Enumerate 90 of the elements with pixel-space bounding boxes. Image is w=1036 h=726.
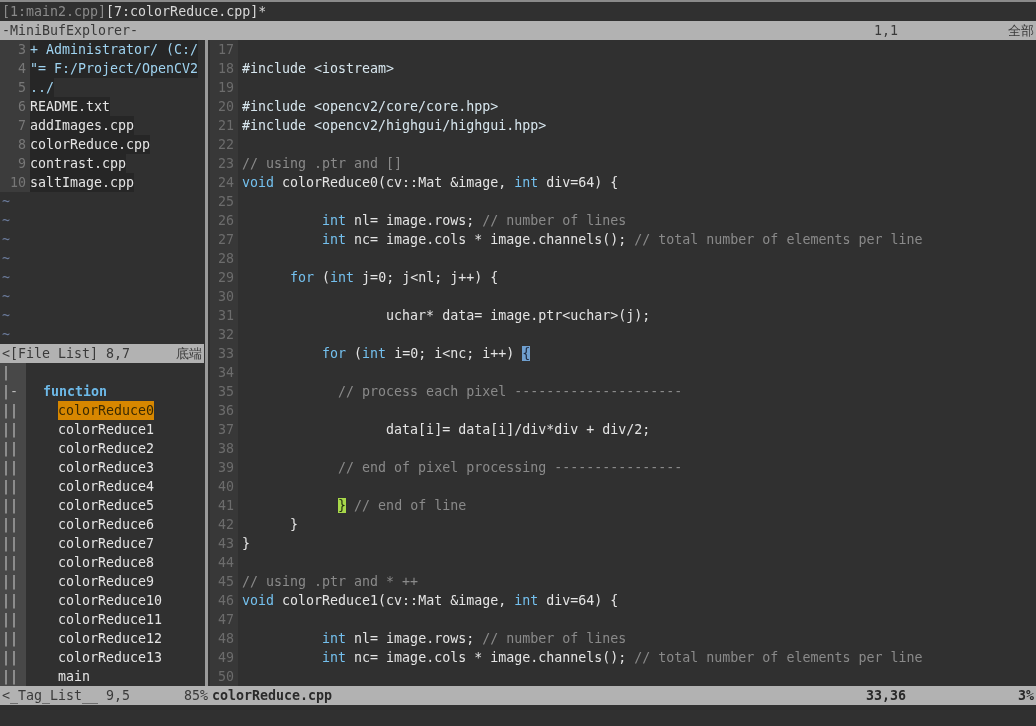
file-entry[interactable]: colorReduce.cpp [30, 135, 151, 154]
file-entry[interactable]: README.txt [30, 97, 111, 116]
file-entry[interactable]: + Administrator/ (C:/ [30, 40, 199, 59]
line-number: 5 [0, 78, 30, 97]
code-line: } // end of line [337, 498, 467, 513]
code-line: // process each pixel --------------------- [337, 384, 683, 399]
tag-entry[interactable]: main [58, 667, 91, 686]
tag-entry[interactable]: colorReduce12 [58, 629, 163, 648]
fold-marker[interactable]: || [0, 458, 26, 477]
fold-marker[interactable]: || [0, 420, 26, 439]
code-line: void colorReduce0(cv::Mat &image, int div=64) { [242, 175, 619, 190]
line-number: 4 [0, 59, 30, 78]
code-line: int nc= image.cols * image.channels(); // total number of elements per line [321, 650, 923, 665]
file-entry[interactable]: ../ [30, 78, 55, 97]
line-number: 6 [0, 97, 30, 116]
code-line: uchar* data= image.ptr<uchar>(j); [385, 308, 651, 323]
tag-group[interactable]: function [43, 384, 108, 399]
fold-marker[interactable]: || [0, 648, 26, 667]
fold-marker[interactable]: || [0, 534, 26, 553]
file-entry[interactable]: "= F:/Project/OpenCV2 [30, 59, 199, 78]
tag-entry[interactable]: colorReduce10 [58, 591, 163, 610]
empty-line-marker: ~ [1, 194, 10, 209]
code-line: for (int i=0; i<nc; i++) { [321, 346, 531, 361]
code-line: } [289, 517, 299, 532]
line-number: 7 [0, 116, 30, 135]
tag-entry[interactable]: colorReduce8 [58, 553, 155, 572]
code-line: // using .ptr and * ++ [242, 574, 419, 589]
code-line: // using .ptr and [] [242, 156, 403, 171]
code-line: int nl= image.rows; // number of lines [321, 213, 627, 228]
fold-marker[interactable]: || [0, 496, 26, 515]
tag-entry[interactable]: colorReduce1 [58, 420, 155, 439]
empty-line-marker: ~ [1, 232, 10, 247]
code-line: for (int j=0; j<nl; j++) { [289, 270, 499, 285]
empty-line-marker: ~ [1, 289, 10, 304]
tag-entry[interactable]: colorReduce4 [58, 477, 155, 496]
fold-marker[interactable]: || [0, 515, 26, 534]
cursor-position: 33,36 [865, 688, 906, 703]
file-entry[interactable]: saltImage.cpp [30, 173, 135, 192]
tag-entry[interactable]: colorReduce11 [58, 610, 163, 629]
modified-label: * [258, 4, 267, 19]
fold-marker[interactable]: || [0, 477, 26, 496]
empty-line-marker: ~ [1, 251, 10, 266]
fold-marker[interactable]: | [0, 363, 26, 382]
tag-entry[interactable]: colorReduce6 [58, 515, 155, 534]
tag-entry[interactable]: colorReduce5 [58, 496, 155, 515]
scroll-position: 85% [183, 688, 208, 703]
code-line: } [242, 536, 250, 551]
buffer-tab[interactable]: [1:main2.cpp] [2, 4, 107, 19]
code-line: void colorReduce1(cv::Mat &image, int div=64) { [242, 593, 619, 608]
fold-marker[interactable]: || [0, 572, 26, 591]
fold-marker[interactable]: || [0, 401, 26, 420]
line-number: 8 [0, 135, 30, 154]
code-line: int nc= image.cols * image.channels(); // total number of elements per line [321, 232, 923, 247]
code-line: #include <iostream> [242, 61, 395, 76]
code-line: // end of pixel processing ---------------- [337, 460, 683, 475]
line-number: 9 [0, 154, 30, 173]
fold-marker[interactable]: |- [0, 382, 26, 401]
status-text: <_Tag_List__ 9,5 [2, 688, 131, 703]
buffer-tab[interactable]: [7:colorReduce.cpp] [106, 4, 259, 19]
empty-line-marker: ~ [1, 327, 10, 342]
fold-marker[interactable]: || [0, 553, 26, 572]
empty-line-marker: ~ [1, 213, 10, 228]
tag-entry[interactable]: colorReduce7 [58, 534, 155, 553]
scroll-position: 全部 [1008, 21, 1034, 40]
line-number: 10 [0, 173, 30, 192]
code-line: int nl= image.rows; // number of lines [321, 631, 627, 646]
file-entry[interactable]: contrast.cpp [30, 154, 127, 173]
code-line: #include <opencv2/core/core.hpp> [242, 99, 499, 114]
code-line: data[i]= data[i]/div*div + div/2; [385, 422, 651, 437]
code-line: #include <opencv2/highgui/highgui.hpp> [242, 118, 547, 133]
fold-marker[interactable]: || [0, 610, 26, 629]
tag-entry[interactable]: colorReduce3 [58, 458, 155, 477]
empty-line-marker: ~ [1, 308, 10, 323]
scroll-position: 3% [1018, 688, 1034, 703]
fold-marker[interactable]: || [0, 667, 26, 686]
file-name: colorReduce.cpp [212, 688, 333, 703]
fold-marker[interactable]: || [0, 629, 26, 648]
tag-entry[interactable]: colorReduce9 [58, 572, 155, 591]
empty-line-marker: ~ [1, 270, 10, 285]
tag-entry[interactable]: colorReduce2 [58, 439, 155, 458]
scroll-position: 底端 [176, 344, 202, 363]
cursor-position: 1,1 [873, 23, 898, 38]
tag-entry[interactable]: colorReduce13 [58, 648, 163, 667]
status-text: <[File List] 8,7 [2, 346, 131, 361]
tag-entry[interactable]: colorReduce0 [58, 401, 155, 420]
line-number: 3 [0, 40, 30, 59]
fold-marker[interactable]: || [0, 439, 26, 458]
file-entry[interactable]: addImages.cpp [30, 116, 135, 135]
status-text: -MiniBufExplorer- [2, 23, 139, 38]
fold-marker[interactable]: || [0, 591, 26, 610]
